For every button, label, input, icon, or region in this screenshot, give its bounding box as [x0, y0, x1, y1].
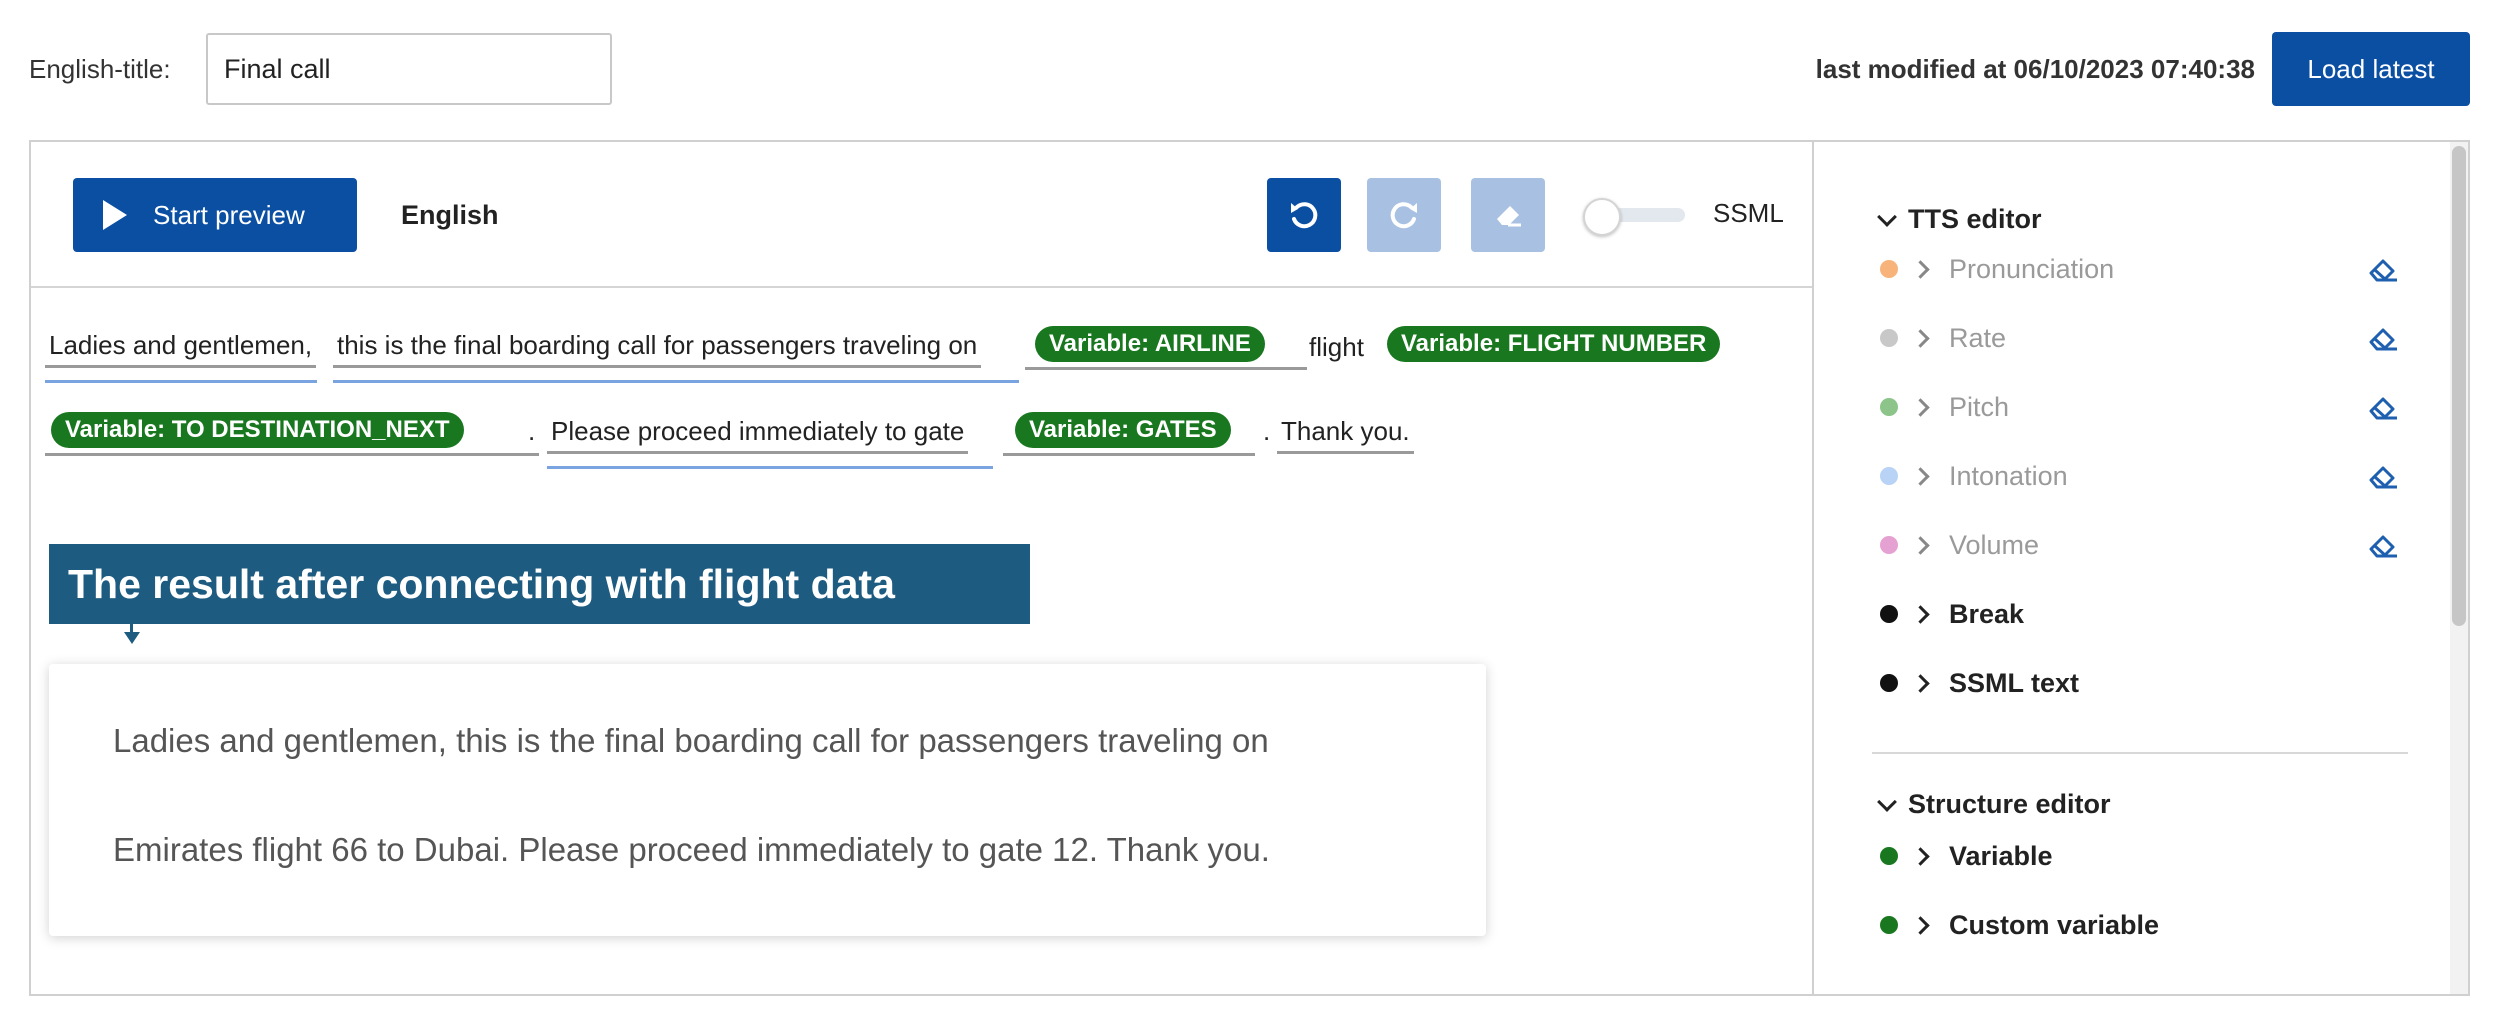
redo-button[interactable] — [1367, 178, 1441, 252]
text-segment[interactable]: Please proceed immediately to gate — [547, 414, 969, 454]
result-line-1: Ladies and gentlemen, this is the final … — [113, 722, 1269, 759]
chevron-right-icon — [1911, 915, 1930, 935]
result-card: Ladies and gentlemen, this is the final … — [49, 664, 1486, 936]
tts-editor-title: TTS editor — [1908, 204, 2042, 234]
tts-item-label: Volume — [1949, 529, 2040, 560]
scroll-thumb[interactable] — [2452, 146, 2466, 626]
tts-item-label: Rate — [1949, 322, 2007, 353]
play-icon — [103, 200, 127, 230]
load-latest-button[interactable]: Load latest — [2272, 32, 2470, 106]
toggle-knob — [1583, 198, 1621, 236]
text-segment[interactable]: Thank you. — [1277, 414, 1414, 454]
tts-item-label: Break — [1949, 598, 2025, 629]
chevron-right-icon — [1911, 846, 1930, 866]
structure-item-label: Custom variable — [1949, 909, 2160, 940]
eraser-icon[interactable] — [2366, 324, 2400, 359]
tts-editor-header[interactable]: TTS editor — [1872, 204, 2042, 235]
tts-item-ssml-text[interactable]: SSML text — [1880, 663, 2400, 703]
status-dot — [1880, 674, 1898, 692]
ssml-toggle[interactable] — [1583, 198, 1693, 236]
text-segment[interactable]: this is the final boarding call for pass… — [333, 328, 982, 368]
chevron-down-icon — [1877, 791, 1897, 812]
erase-button[interactable] — [1471, 178, 1545, 252]
start-preview-label: Start preview — [153, 199, 305, 230]
status-dot — [1880, 536, 1898, 554]
tts-item-label: SSML text — [1949, 667, 2080, 698]
eraser-icon — [1497, 206, 1521, 227]
tts-item-pitch[interactable]: Pitch — [1880, 387, 2400, 427]
chevron-right-icon — [1911, 466, 1930, 486]
undo-button[interactable] — [1267, 178, 1341, 252]
tts-item-intonation[interactable]: Intonation — [1880, 456, 2400, 496]
chevron-right-icon — [1911, 604, 1930, 624]
chevron-down-icon — [1877, 206, 1897, 227]
variable-chip-gates[interactable]: Variable: GATES — [1015, 412, 1231, 448]
status-dot — [1880, 398, 1898, 416]
status-dot — [1880, 605, 1898, 623]
segment-underline — [547, 466, 993, 469]
chevron-right-icon — [1911, 535, 1930, 555]
status-dot — [1880, 329, 1898, 347]
chevron-right-icon — [1911, 673, 1930, 693]
segment-underline — [333, 380, 1019, 383]
side-scrollbar[interactable] — [2450, 142, 2468, 994]
eraser-icon[interactable] — [2366, 531, 2400, 566]
structure-item-label: Variable — [1949, 840, 2053, 871]
last-modified-text: last modified at 06/10/2023 07:40:38 — [1815, 54, 2255, 84]
text-segment[interactable]: flight — [1309, 330, 1364, 364]
structure-editor-title: Structure editor — [1908, 789, 2111, 819]
eraser-icon[interactable] — [2366, 462, 2400, 497]
panel-divider — [1872, 752, 2408, 754]
status-dot — [1880, 467, 1898, 485]
editor-toolbar: Start preview English SSML — [31, 142, 1812, 288]
undo-icon — [1291, 202, 1318, 229]
language-label: English — [401, 200, 499, 230]
result-line-2: Emirates flight 66 to Dubai. Please proc… — [113, 831, 1270, 868]
variable-chip-airline[interactable]: Variable: AIRLINE — [1035, 326, 1265, 362]
tts-item-break[interactable]: Break — [1880, 594, 2400, 634]
structure-item-custom-variable[interactable]: Custom variable — [1880, 905, 2400, 945]
text-punct[interactable]: . — [1263, 414, 1270, 448]
title-label: English-title: — [29, 54, 171, 84]
status-dot — [1880, 260, 1898, 278]
tts-item-label: Intonation — [1949, 460, 2068, 491]
text-punct[interactable]: . — [528, 414, 535, 448]
tts-item-volume[interactable]: Volume — [1880, 525, 2400, 565]
ssml-label: SSML — [1713, 198, 1784, 228]
tts-item-label: Pitch — [1949, 391, 2010, 422]
eraser-icon[interactable] — [2366, 255, 2400, 290]
variable-chip-flight-number[interactable]: Variable: FLIGHT NUMBER — [1387, 326, 1721, 362]
tts-item-label: Pronunciation — [1949, 253, 2115, 284]
eraser-icon[interactable] — [2366, 393, 2400, 428]
tts-item-rate[interactable]: Rate — [1880, 318, 2400, 358]
text-segment[interactable]: Ladies and gentlemen, — [45, 328, 317, 368]
status-dot — [1880, 916, 1898, 934]
variable-chip-destination[interactable]: Variable: TO DESTINATION_NEXT — [51, 412, 464, 448]
structure-item-variable[interactable]: Variable — [1880, 836, 2400, 876]
english-title-input[interactable] — [206, 33, 612, 105]
chevron-right-icon — [1911, 397, 1930, 417]
structure-editor-header[interactable]: Structure editor — [1872, 789, 2111, 820]
tts-item-pronunciation[interactable]: Pronunciation — [1880, 249, 2400, 289]
status-dot — [1880, 847, 1898, 865]
chevron-right-icon — [1911, 259, 1930, 279]
callout-banner: The result after connecting with flight … — [49, 544, 1030, 624]
callout-arrow-head — [124, 632, 140, 644]
segment-underline — [45, 380, 317, 383]
redo-icon — [1390, 202, 1417, 229]
start-preview-button[interactable]: Start preview — [73, 178, 357, 252]
editor-side-panel: TTS editor Pronunciation Rate Pitch Intonat… — [1816, 142, 2468, 994]
chevron-right-icon — [1911, 328, 1930, 348]
header-bar: English-title: last modified at 06/10/20… — [0, 0, 2500, 140]
